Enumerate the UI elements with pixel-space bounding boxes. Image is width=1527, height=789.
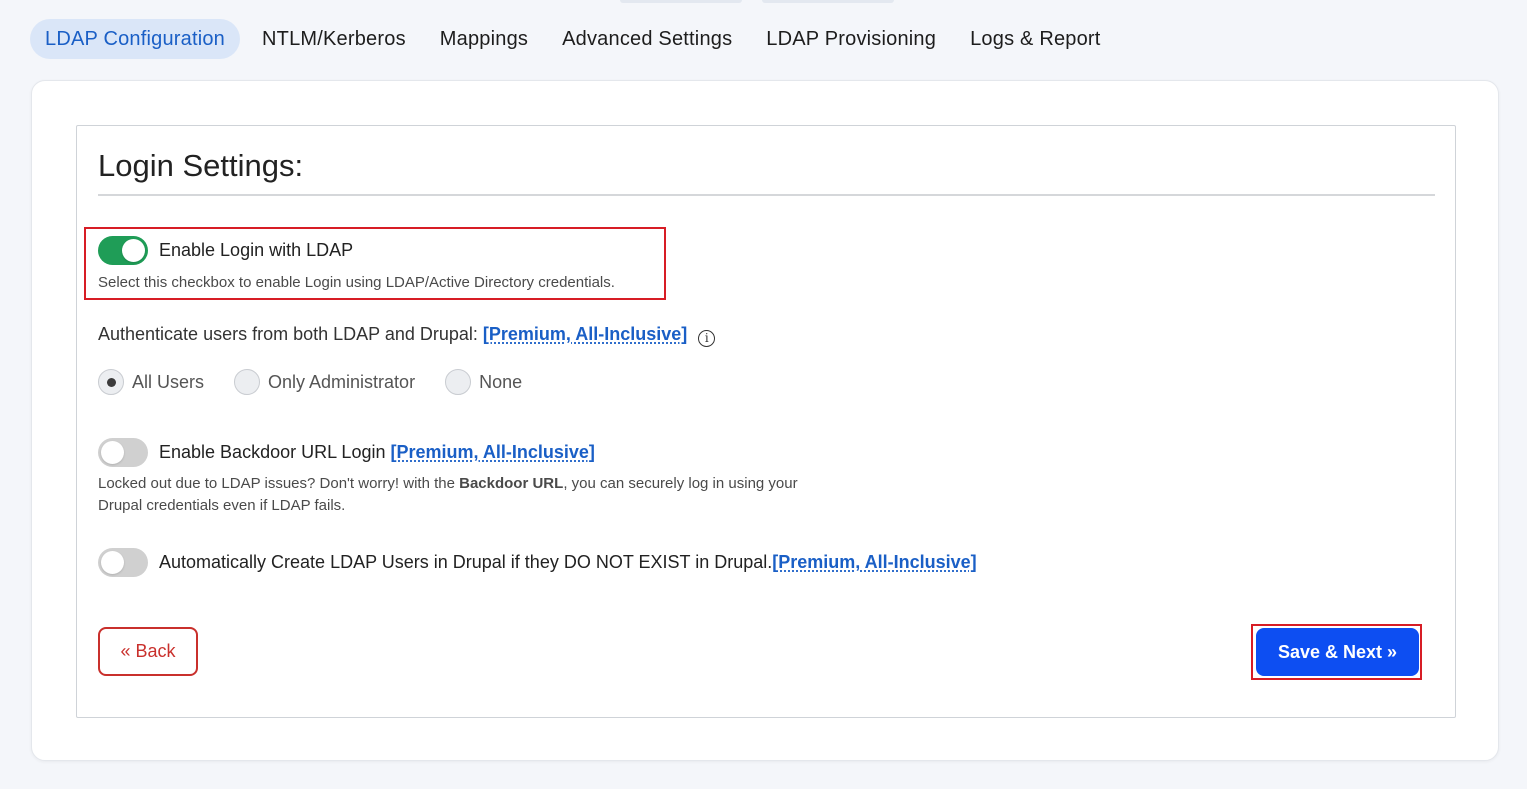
backdoor-help: Locked out due to LDAP issues? Don't wor… bbox=[98, 475, 798, 514]
info-icon[interactable]: i bbox=[698, 329, 716, 347]
auto-create-row: Automatically Create LDAP Users in Drupa… bbox=[159, 552, 977, 573]
tab-ldap-provisioning[interactable]: LDAP Provisioning bbox=[749, 19, 953, 59]
tab-ntlm-kerberos[interactable]: NTLM/Kerberos bbox=[245, 19, 423, 59]
tab-advanced-settings[interactable]: Advanced Settings bbox=[545, 19, 749, 59]
enable-login-help: Select this checkbox to enable Login usi… bbox=[98, 274, 615, 291]
title-divider bbox=[98, 194, 1435, 196]
tab-mappings[interactable]: Mappings bbox=[423, 19, 545, 59]
authenticate-radio-group: All Users Only Administrator None bbox=[98, 369, 552, 395]
radio-label: All Users bbox=[132, 371, 205, 392]
authenticate-row: Authenticate users from both LDAP and Dr… bbox=[98, 324, 716, 347]
radio-all-users[interactable]: All Users bbox=[98, 369, 204, 395]
radio-label: Only Administrator bbox=[268, 371, 416, 392]
authenticate-label: Authenticate users from both LDAP and Dr… bbox=[98, 324, 478, 344]
tab-logs-report[interactable]: Logs & Report bbox=[953, 19, 1117, 59]
backdoor-premium-link[interactable]: [Premium, All-Inclusive] bbox=[391, 442, 595, 462]
radio-none[interactable]: None bbox=[445, 369, 522, 395]
save-next-button[interactable]: Save & Next » bbox=[1256, 628, 1419, 676]
radio-button[interactable] bbox=[234, 369, 261, 395]
radio-only-administrator[interactable]: Only Administrator bbox=[234, 369, 415, 395]
toggle-knob bbox=[101, 441, 124, 464]
login-settings-panel: Login Settings: Enable Login with LDAP S… bbox=[76, 125, 1456, 718]
enable-login-toggle[interactable] bbox=[98, 236, 148, 265]
radio-button-selected[interactable] bbox=[98, 369, 124, 395]
tab-bar: LDAP Configuration NTLM/Kerberos Mapping… bbox=[30, 19, 1118, 59]
authenticate-premium-link[interactable]: [Premium, All-Inclusive] bbox=[483, 324, 687, 344]
main-card: Login Settings: Enable Login with LDAP S… bbox=[31, 80, 1499, 761]
auto-create-premium-link[interactable]: [Premium, All-Inclusive] bbox=[772, 552, 976, 572]
top-decoration bbox=[620, 0, 900, 4]
radio-label: None bbox=[479, 371, 523, 392]
backdoor-label: Enable Backdoor URL Login bbox=[159, 442, 386, 462]
tab-ldap-configuration[interactable]: LDAP Configuration bbox=[30, 19, 241, 59]
backdoor-row: Enable Backdoor URL Login [Premium, All-… bbox=[159, 442, 595, 463]
toggle-knob bbox=[122, 239, 145, 262]
toggle-knob bbox=[101, 551, 124, 574]
backdoor-toggle[interactable] bbox=[98, 438, 148, 467]
enable-login-label: Enable Login with LDAP bbox=[159, 240, 354, 260]
panel-title: Login Settings: bbox=[98, 148, 304, 183]
back-button[interactable]: « Back bbox=[98, 627, 198, 676]
radio-button[interactable] bbox=[445, 369, 472, 395]
auto-create-label: Automatically Create LDAP Users in Drupa… bbox=[159, 552, 773, 572]
auto-create-toggle[interactable] bbox=[98, 548, 148, 577]
